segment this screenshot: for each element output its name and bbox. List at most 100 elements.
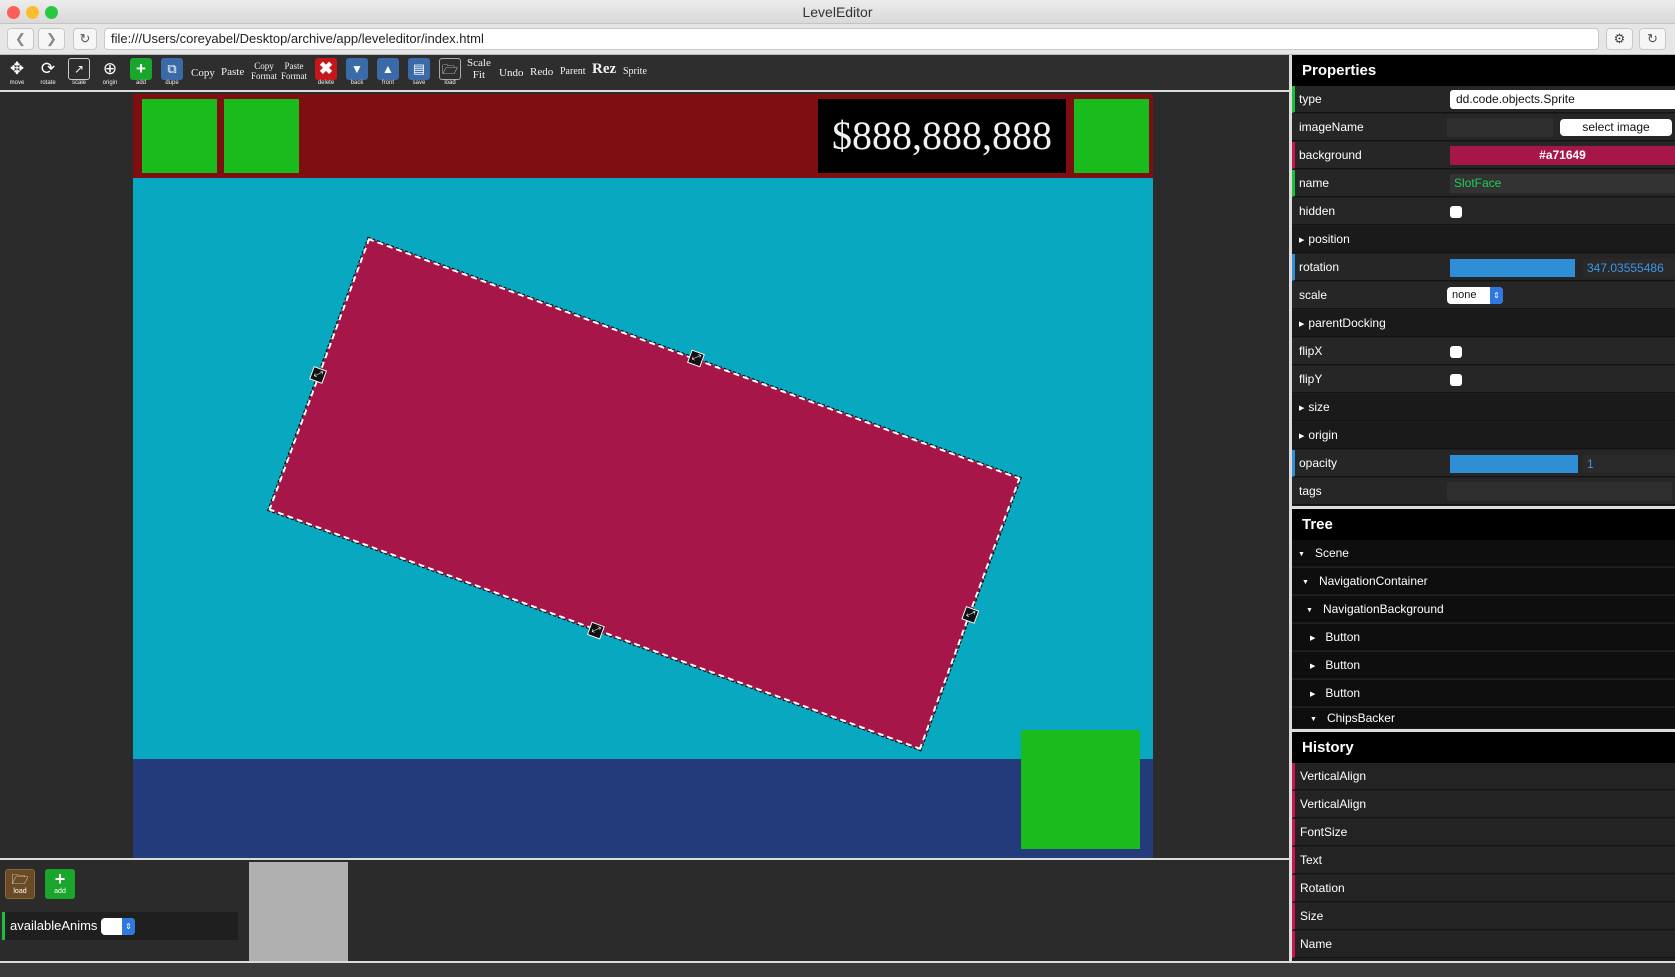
- prop-tags: tags: [1292, 478, 1675, 505]
- editor-viewport[interactable]: $888,888,888 ⤢ ⤢ ⤢ ⤢: [0, 94, 1289, 858]
- tree-node-scene[interactable]: ▼ Scene: [1292, 540, 1675, 567]
- caret-right-icon: ▶: [1310, 691, 1316, 698]
- status-footer: [0, 961, 1675, 977]
- minimize-window-button[interactable]: [26, 6, 39, 19]
- navigation-background[interactable]: $888,888,888: [133, 94, 1153, 178]
- tree-node-button-1[interactable]: ▶ Button: [1292, 624, 1675, 651]
- hidden-checkbox[interactable]: [1450, 206, 1462, 218]
- rotate-icon: ⟳: [40, 59, 56, 78]
- nav-button-1[interactable]: [142, 99, 217, 173]
- save-tool-button[interactable]: ▤ save: [406, 58, 432, 88]
- resize-handle-top[interactable]: ⤢: [686, 349, 705, 368]
- prop-size[interactable]: ▶ size: [1292, 394, 1675, 421]
- available-anims-row: availableAnims ⇕: [2, 912, 238, 940]
- tree-node-navigationbackground[interactable]: ▼ NavigationBackground: [1292, 596, 1675, 623]
- imagename-field[interactable]: [1447, 118, 1553, 137]
- opacity-number-field[interactable]: 1: [1583, 455, 1675, 473]
- copy-button[interactable]: Copy: [191, 67, 215, 79]
- scale-tool-button[interactable]: ↗ scale: [66, 58, 92, 88]
- delete-tool-button[interactable]: ✖ delete: [313, 58, 339, 88]
- caret-right-icon: ▶: [1299, 433, 1305, 440]
- select-image-button[interactable]: select image: [1560, 119, 1672, 136]
- history-item[interactable]: Name: [1292, 931, 1675, 958]
- back-tool-button[interactable]: ▼ back: [344, 58, 370, 88]
- available-anims-select[interactable]: ⇕: [101, 918, 135, 935]
- reload-button[interactable]: ↻: [73, 28, 97, 50]
- name-field[interactable]: SlotFace: [1450, 174, 1675, 193]
- prop-parentdocking[interactable]: ▶ parentDocking: [1292, 310, 1675, 337]
- flipy-checkbox[interactable]: [1450, 374, 1462, 386]
- url-field[interactable]: file:///Users/coreyabel/Desktop/archive/…: [104, 28, 1599, 50]
- undo-button[interactable]: Undo: [499, 67, 523, 79]
- close-window-button[interactable]: [7, 6, 20, 19]
- paste-button[interactable]: Paste: [221, 66, 244, 78]
- prop-name: name SlotFace: [1292, 170, 1675, 197]
- refresh-button[interactable]: ↻: [1639, 28, 1666, 50]
- history-item[interactable]: Rotation: [1292, 875, 1675, 902]
- bottom-bar[interactable]: [133, 730, 1153, 858]
- folder-icon: 🗁: [11, 871, 29, 887]
- tree-node-chipsbacker[interactable]: ▼ ChipsBacker: [1292, 708, 1675, 729]
- address-bar: ❮ ❯ ↻ file:///Users/coreyabel/Desktop/ar…: [0, 24, 1675, 55]
- scene-stage[interactable]: $888,888,888 ⤢ ⤢ ⤢ ⤢: [133, 94, 1153, 858]
- forward-nav-button[interactable]: ❯: [38, 28, 65, 50]
- rotation-slider[interactable]: [1450, 259, 1575, 277]
- slotface-sprite-selected[interactable]: ⤢ ⤢ ⤢ ⤢: [267, 236, 1022, 752]
- caret-down-icon: ▼: [1306, 607, 1313, 614]
- tree-node-button-3[interactable]: ▶ Button: [1292, 680, 1675, 707]
- chevron-right-icon: ❯: [46, 31, 57, 46]
- history-title: History: [1292, 732, 1675, 763]
- resize-handle-right[interactable]: ⤢: [961, 605, 980, 624]
- caret-right-icon: ▶: [1299, 237, 1305, 244]
- caret-down-icon: ▼: [1310, 716, 1317, 723]
- prop-type: type dd.code.objects.Sprite: [1292, 86, 1675, 113]
- resize-handle-left[interactable]: ⤢: [309, 365, 328, 384]
- rotation-number-field[interactable]: 347.03555486: [1583, 259, 1675, 277]
- history-item[interactable]: VerticalAlign: [1292, 791, 1675, 818]
- add-tool-button[interactable]: + add: [128, 58, 154, 88]
- paste-format-button[interactable]: Paste Format: [281, 61, 307, 81]
- move-tool-button[interactable]: ✥ move: [4, 58, 30, 88]
- history-item[interactable]: VerticalAlign: [1292, 763, 1675, 790]
- type-value-field[interactable]: dd.code.objects.Sprite: [1450, 90, 1675, 109]
- x-icon: ✖: [315, 58, 337, 80]
- caret-right-icon: ▶: [1310, 663, 1316, 670]
- rotate-tool-button[interactable]: ⟳ rotate: [35, 58, 61, 88]
- history-item[interactable]: Text: [1292, 847, 1675, 874]
- flipx-checkbox[interactable]: [1450, 346, 1462, 358]
- scale-fit-button[interactable]: Scale Fit: [467, 57, 491, 81]
- dupe-tool-button[interactable]: ⧉ dupe: [159, 58, 185, 88]
- history-item[interactable]: FontSize: [1292, 819, 1675, 846]
- bring-front-icon: ▲: [377, 58, 399, 80]
- nav-button-3[interactable]: [1074, 99, 1149, 173]
- scale-select[interactable]: none ⇕: [1447, 287, 1503, 304]
- back-nav-button[interactable]: ❮: [7, 28, 34, 50]
- chips-counter[interactable]: $888,888,888: [818, 99, 1066, 173]
- rez-button[interactable]: Rez: [592, 62, 616, 77]
- tree-node-button-2[interactable]: ▶ Button: [1292, 652, 1675, 679]
- opacity-slider[interactable]: [1450, 455, 1578, 473]
- background-color-field[interactable]: #a71649: [1450, 146, 1675, 165]
- copy-format-button[interactable]: Copy Format: [251, 61, 277, 81]
- resize-handle-bottom[interactable]: ⤢: [586, 621, 605, 640]
- parent-button[interactable]: Parent: [560, 66, 586, 78]
- spin-button[interactable]: [1021, 730, 1140, 849]
- sprite-button[interactable]: Sprite: [623, 66, 647, 78]
- redo-button[interactable]: Redo: [530, 66, 553, 78]
- origin-tool-button[interactable]: ⊕ origin: [97, 58, 123, 88]
- history-item[interactable]: Size: [1292, 903, 1675, 930]
- nav-button-2[interactable]: [224, 99, 299, 173]
- maximize-window-button[interactable]: [45, 6, 58, 19]
- tags-field[interactable]: [1447, 482, 1672, 501]
- prop-position[interactable]: ▶ position: [1292, 226, 1675, 253]
- caret-right-icon: ▶: [1299, 321, 1305, 328]
- window-titlebar: LevelEditor: [0, 0, 1675, 24]
- tree-node-navigationcontainer[interactable]: ▼ NavigationContainer: [1292, 568, 1675, 595]
- settings-button[interactable]: ⚙: [1606, 28, 1633, 50]
- prop-origin[interactable]: ▶ origin: [1292, 422, 1675, 449]
- front-tool-button[interactable]: ▲ front: [375, 58, 401, 88]
- load-anim-button[interactable]: 🗁 load: [5, 869, 35, 899]
- load-tool-button[interactable]: 🗁 load: [437, 58, 463, 88]
- animation-preview[interactable]: [249, 862, 348, 963]
- add-anim-button[interactable]: + add: [45, 869, 75, 899]
